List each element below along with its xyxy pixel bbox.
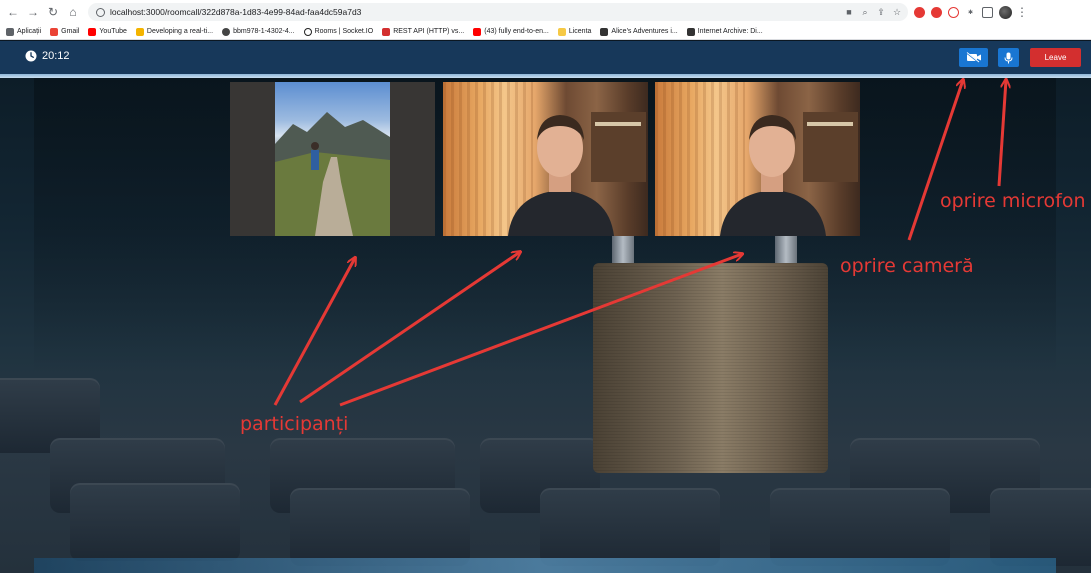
address-bar[interactable]: localhost:3000/roomcall/322d878a-1d83-4e…	[88, 3, 908, 21]
participant-webcam-feed	[655, 82, 860, 236]
folder-icon	[557, 27, 566, 36]
leave-button[interactable]: Leave	[1030, 48, 1081, 67]
youtube-icon	[88, 27, 97, 36]
back-icon[interactable]: ←	[4, 3, 22, 21]
call-timer: 20:12	[25, 50, 70, 62]
site-icon	[135, 27, 144, 36]
annotation-camera-off: oprire cameră	[840, 255, 974, 277]
participant-video-tile	[230, 82, 435, 236]
app-header: 20:12 Leave	[0, 41, 1091, 74]
extension-opera-icon[interactable]	[914, 6, 925, 18]
bookmark-item[interactable]: YouTube	[88, 27, 127, 36]
apps-grid-icon	[6, 27, 14, 36]
gmail-icon	[50, 27, 59, 36]
youtube-icon	[473, 27, 482, 36]
participant-webcam-feed	[443, 82, 648, 236]
person-silhouette	[508, 112, 646, 236]
bookmark-item[interactable]: Gmail	[50, 27, 79, 36]
profile-avatar[interactable]	[999, 5, 1012, 19]
camera-permission-icon[interactable]: ■	[844, 7, 854, 17]
forward-icon[interactable]: →	[24, 3, 42, 21]
extension-adblock-icon[interactable]	[931, 6, 942, 18]
person-silhouette	[720, 112, 858, 236]
site-icon	[222, 27, 231, 36]
share-icon[interactable]: ⇪	[876, 7, 886, 17]
url-text: localhost:3000/roomcall/322d878a-1d83-4e…	[110, 7, 362, 17]
bookmark-item[interactable]: REST API (HTTP) vs...	[382, 27, 464, 36]
toggle-camera-button[interactable]	[959, 48, 988, 67]
annotation-mic-off: oprire microfon	[940, 190, 1086, 212]
zoom-icon[interactable]: ⌕	[860, 7, 870, 17]
bookmark-star-icon[interactable]: ☆	[892, 7, 902, 17]
home-icon[interactable]: ⌂	[64, 3, 82, 21]
annotation-participants: participanți	[240, 413, 349, 435]
bookmark-item[interactable]: Alice's Adventures i...	[600, 27, 678, 36]
toggle-microphone-button[interactable]	[998, 48, 1019, 67]
bookmark-item[interactable]: (43) fully end-to-en...	[473, 27, 549, 36]
bookmark-item[interactable]: Aplicații	[6, 27, 41, 36]
browser-toolbar: ← → ↻ ⌂ localhost:3000/roomcall/322d878a…	[0, 0, 1091, 24]
reload-icon[interactable]: ↻	[44, 3, 62, 21]
site-icon	[382, 27, 391, 36]
timer-value: 20:12	[42, 50, 70, 62]
bookmark-item[interactable]: Rooms | Socket.IO	[303, 27, 373, 36]
clock-icon	[25, 50, 37, 62]
menu-kebab-icon[interactable]: ⋮	[1016, 3, 1028, 21]
participant-photo-mountain	[275, 82, 390, 236]
participant-video-tile	[443, 82, 648, 236]
bookmark-item[interactable]: Internet Archive: Di...	[686, 27, 763, 36]
socketio-icon	[303, 27, 312, 36]
microphone-icon	[1004, 52, 1013, 63]
archive-icon	[600, 27, 609, 36]
participant-video-tile	[655, 82, 860, 236]
extension-translate-icon[interactable]	[948, 6, 959, 18]
bookmark-item[interactable]: bbm978-1-4302-4...	[222, 27, 295, 36]
camera-off-icon	[966, 52, 981, 63]
mountain-landscape	[275, 112, 390, 236]
info-icon[interactable]	[96, 7, 105, 17]
archive-icon	[686, 27, 695, 36]
background-glow	[34, 558, 1056, 573]
extensions-puzzle-icon[interactable]: ✱	[965, 6, 976, 18]
side-panel-icon[interactable]	[982, 6, 993, 18]
bookmark-item[interactable]: Developing a real-ti...	[135, 27, 213, 36]
bookmark-folder[interactable]: Licenta	[557, 27, 591, 36]
bookmarks-bar: Aplicații Gmail YouTube Developing a rea…	[0, 24, 1091, 40]
padlock-image	[593, 263, 828, 473]
